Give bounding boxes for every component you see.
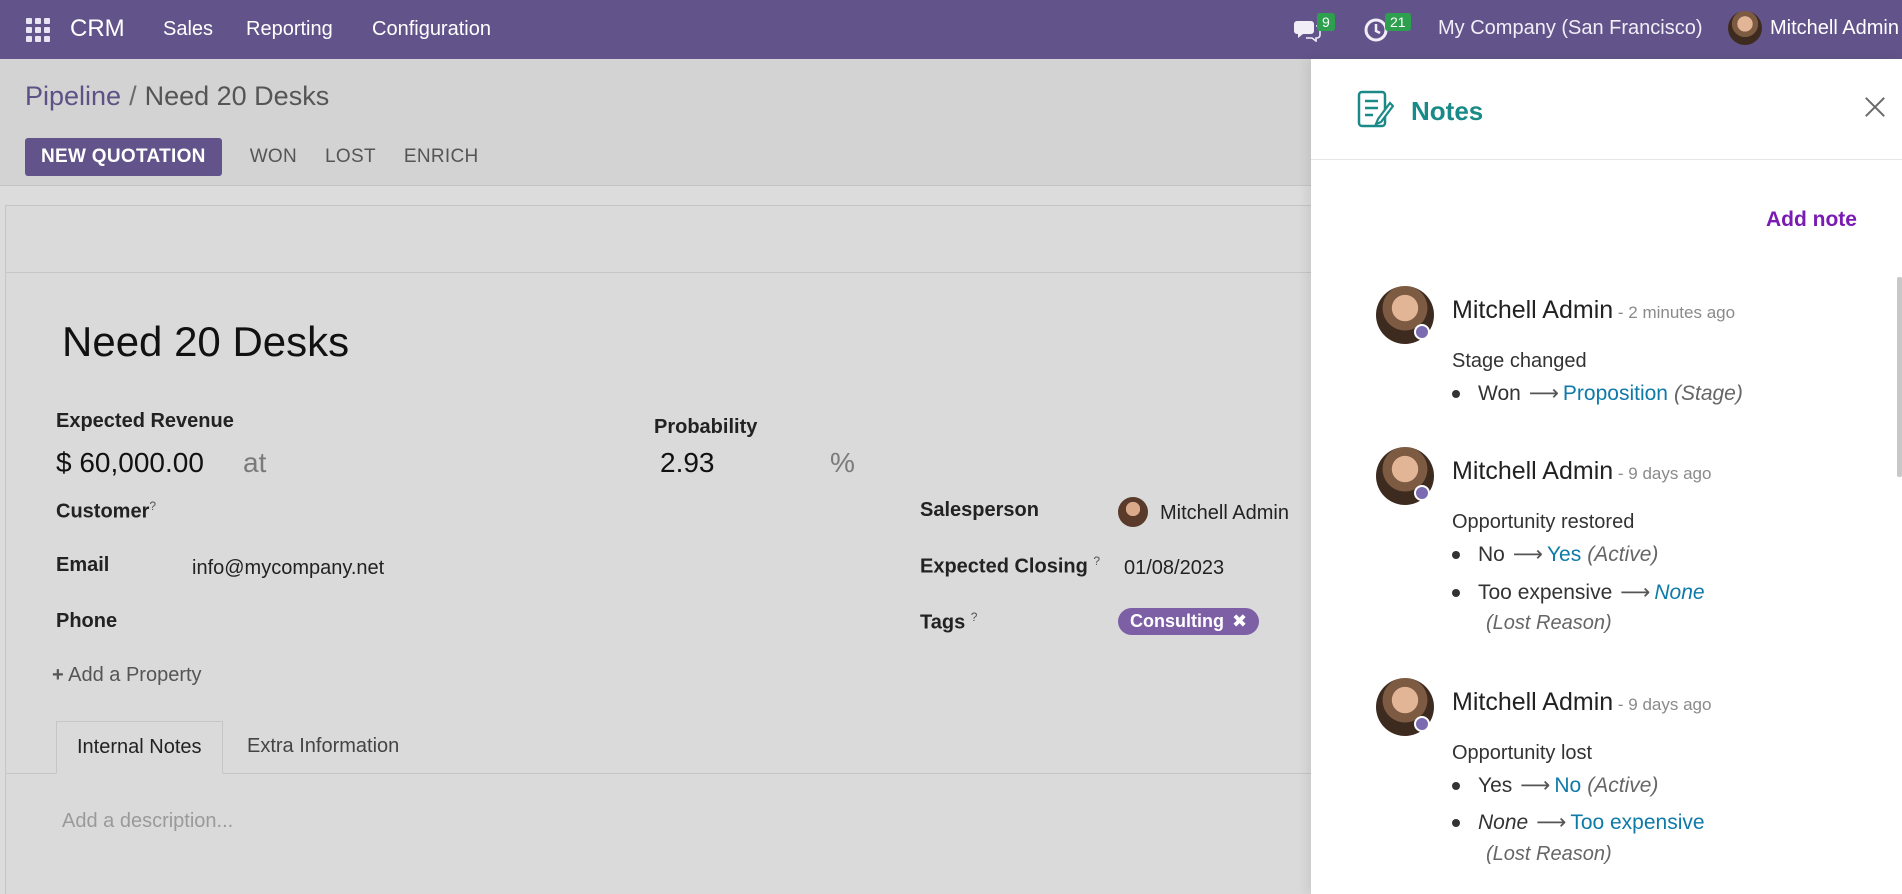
company-switcher[interactable]: My Company (San Francisco): [1438, 17, 1703, 40]
tracking-change: None ⟶ Too expensive: [1452, 810, 1705, 835]
message-subject: Opportunity restored: [1452, 511, 1635, 533]
tags-label: Tags ?: [920, 610, 978, 634]
email-label: Email: [56, 554, 110, 576]
salesperson-avatar: [1118, 497, 1148, 527]
tracking-change: Yes ⟶ No (Active): [1452, 773, 1658, 798]
help-mark[interactable]: ?: [149, 499, 156, 513]
user-menu[interactable]: Mitchell Admin: [1728, 11, 1899, 45]
percent-sign: %: [830, 447, 855, 478]
status-dot: [1414, 485, 1430, 501]
activities-button[interactable]: 21: [1363, 10, 1411, 50]
breadcrumb-separator: /: [129, 81, 137, 111]
author-avatar[interactable]: [1376, 447, 1434, 505]
close-icon[interactable]: [1862, 94, 1888, 120]
notes-panel-header: Notes: [1311, 59, 1902, 160]
salesperson-label: Salesperson: [920, 499, 1039, 521]
opportunity-title[interactable]: Need 20 Desks: [62, 318, 349, 366]
probability-label: Probability: [654, 416, 758, 438]
message-subject: Opportunity lost: [1452, 742, 1593, 764]
add-property-button[interactable]: + Add a Property: [52, 664, 202, 687]
phone-label: Phone: [56, 610, 118, 632]
expected-closing-value[interactable]: 01/08/2023: [1124, 557, 1224, 580]
probability-value[interactable]: 2.93: [660, 447, 715, 479]
at-label: at: [243, 447, 267, 478]
panel-scrollbar[interactable]: [1897, 277, 1902, 477]
user-name: Mitchell Admin: [1770, 16, 1899, 39]
form-sheet: [5, 205, 1325, 894]
expected-closing-label: Expected Closing ?: [920, 554, 1101, 578]
tracking-field: (Lost Reason): [1486, 612, 1612, 634]
message-subject: Stage changed: [1452, 350, 1587, 372]
notes-panel-title: Notes: [1411, 96, 1484, 126]
tracking-change: Won ⟶ Proposition (Stage): [1452, 381, 1743, 406]
tag-label: Consulting: [1130, 611, 1224, 631]
email-value[interactable]: info@mycompany.net: [192, 557, 384, 580]
message-item: Mitchell Admin - 2 minutes ago Stage cha…: [1376, 286, 1876, 405]
add-note-button[interactable]: Add note: [1766, 208, 1857, 232]
message-item: Mitchell Admin - 9 days ago Opportunity …: [1376, 678, 1876, 878]
customer-label: Customer?: [56, 499, 157, 523]
author-avatar[interactable]: [1376, 678, 1434, 736]
author-avatar[interactable]: [1376, 286, 1434, 344]
add-property-label: Add a Property: [68, 664, 202, 686]
app-menu-icon[interactable]: [26, 18, 50, 42]
enrich-button[interactable]: ENRICH: [396, 138, 487, 176]
plus-icon: +: [52, 664, 64, 686]
message-time: - 9 days ago: [1613, 464, 1712, 483]
status-dot: [1414, 716, 1430, 732]
message-author: Mitchell Admin - 9 days ago: [1452, 688, 1712, 716]
tab-extra-information[interactable]: Extra Information: [227, 721, 419, 774]
messages-button[interactable]: 9: [1293, 10, 1335, 50]
tracking-field: (Lost Reason): [1486, 843, 1612, 865]
salesperson-value[interactable]: Mitchell Admin: [1160, 502, 1289, 525]
statusbar-area: [5, 205, 1325, 273]
message-author: Mitchell Admin - 9 days ago: [1452, 457, 1712, 485]
status-dot: [1414, 324, 1430, 340]
action-buttons: NEW QUOTATION WON LOST ENRICH: [25, 138, 487, 176]
message-author: Mitchell Admin - 2 minutes ago: [1452, 296, 1736, 324]
expected-revenue-value[interactable]: $ 60,000.00: [56, 447, 204, 479]
top-navbar: CRM Sales Reporting Configuration 9 21 M…: [0, 0, 1902, 59]
menu-configuration[interactable]: Configuration: [372, 18, 491, 41]
menu-reporting[interactable]: Reporting: [246, 18, 333, 41]
tab-internal-notes[interactable]: Internal Notes: [56, 721, 223, 774]
new-quotation-button[interactable]: NEW QUOTATION: [25, 138, 222, 176]
breadcrumb-pipeline[interactable]: Pipeline: [25, 81, 121, 111]
expected-revenue-label: Expected Revenue: [56, 410, 234, 432]
message-time: - 2 minutes ago: [1613, 303, 1736, 322]
user-avatar: [1728, 11, 1762, 45]
notes-panel: Notes Add note Mitchell Admin - 2 minute…: [1311, 59, 1902, 894]
description-field[interactable]: Add a description...: [62, 810, 233, 833]
message-time: - 9 days ago: [1613, 695, 1712, 714]
breadcrumb: Pipeline / Need 20 Desks: [25, 81, 329, 112]
messages-count-badge: 9: [1317, 13, 1335, 31]
menu-sales[interactable]: Sales: [163, 18, 213, 41]
notebook-tabs: Internal Notes Extra Information: [5, 721, 1325, 774]
won-button[interactable]: WON: [242, 138, 305, 176]
notes-icon: [1357, 90, 1394, 128]
help-mark[interactable]: ?: [1093, 554, 1100, 568]
tag-consulting[interactable]: Consulting ✖: [1118, 608, 1260, 635]
tracking-change: Too expensive ⟶ None: [1452, 580, 1705, 605]
tag-remove-icon[interactable]: ✖: [1232, 611, 1247, 632]
app-name[interactable]: CRM: [70, 15, 125, 43]
message-item: Mitchell Admin - 9 days ago Opportunity …: [1376, 447, 1876, 634]
help-mark[interactable]: ?: [971, 610, 978, 624]
activities-count-badge: 21: [1385, 13, 1411, 31]
breadcrumb-current: Need 20 Desks: [144, 81, 330, 111]
lost-button[interactable]: LOST: [317, 138, 384, 176]
tracking-change: No ⟶ Yes (Active): [1452, 542, 1658, 567]
